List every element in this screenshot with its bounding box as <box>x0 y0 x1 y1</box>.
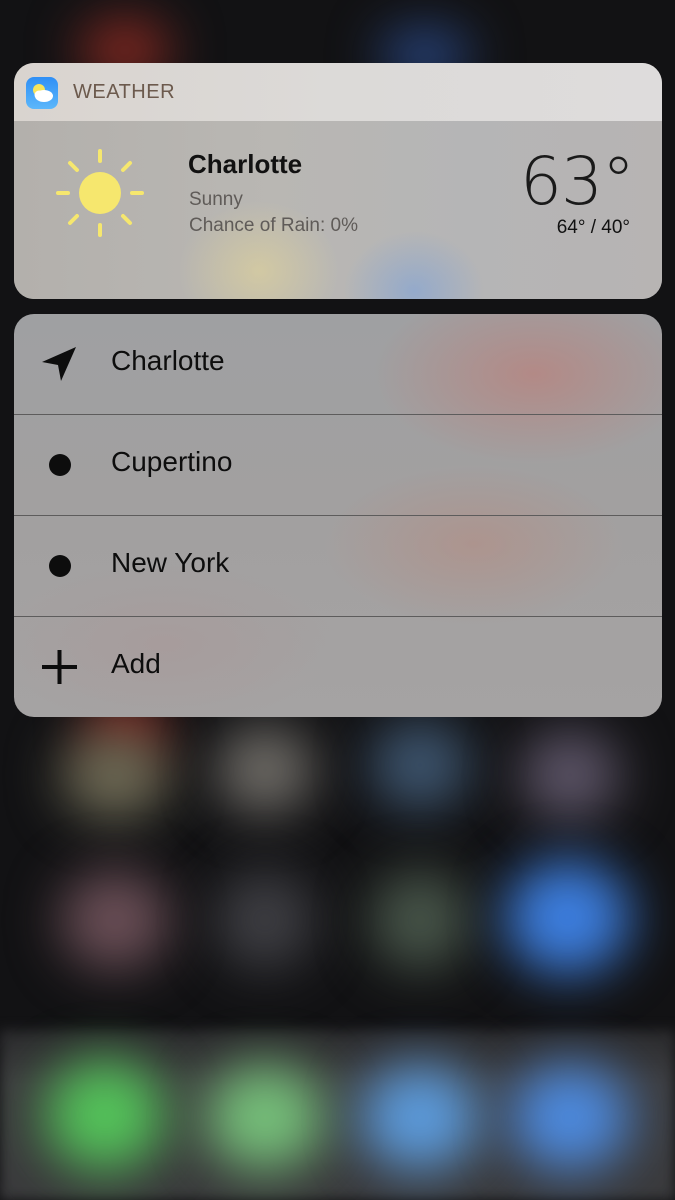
menu-item-label: New York <box>111 547 230 578</box>
widget-header: WEATHER <box>14 63 662 121</box>
high-low-temperature: 64° / 40° <box>556 217 630 238</box>
plus-icon <box>38 646 80 688</box>
menu-item-label: Charlotte <box>111 345 225 376</box>
rain-chance: Chance of Rain: 0% <box>189 215 358 236</box>
home-screen: WEATHER Charlotte Sunny Chance of Rain: … <box>0 0 675 1200</box>
weather-app-icon <box>26 77 58 109</box>
weather-widget[interactable]: WEATHER Charlotte Sunny Chance of Rain: … <box>14 63 662 299</box>
menu-item-add[interactable]: Add <box>14 617 662 717</box>
quick-actions-menu: Charlotte Cupertino New York Add <box>14 314 662 717</box>
menu-item-new-york[interactable]: New York <box>14 516 662 617</box>
app-name: WEATHER <box>73 81 176 103</box>
menu-item-charlotte[interactable]: Charlotte <box>14 314 662 415</box>
widget-body: Charlotte Sunny Chance of Rain: 0% 63° 6… <box>14 121 662 299</box>
menu-item-label: Cupertino <box>111 446 233 477</box>
menu-item-cupertino[interactable]: Cupertino <box>14 415 662 516</box>
bullet-icon <box>38 444 80 486</box>
city-name: Charlotte <box>188 149 303 179</box>
location-arrow-icon <box>38 343 80 385</box>
menu-item-label: Add <box>111 648 161 679</box>
current-temperature: 63° <box>520 143 635 220</box>
bullet-icon <box>38 545 80 587</box>
sun-icon <box>50 145 150 249</box>
weather-condition: Sunny <box>189 189 243 210</box>
